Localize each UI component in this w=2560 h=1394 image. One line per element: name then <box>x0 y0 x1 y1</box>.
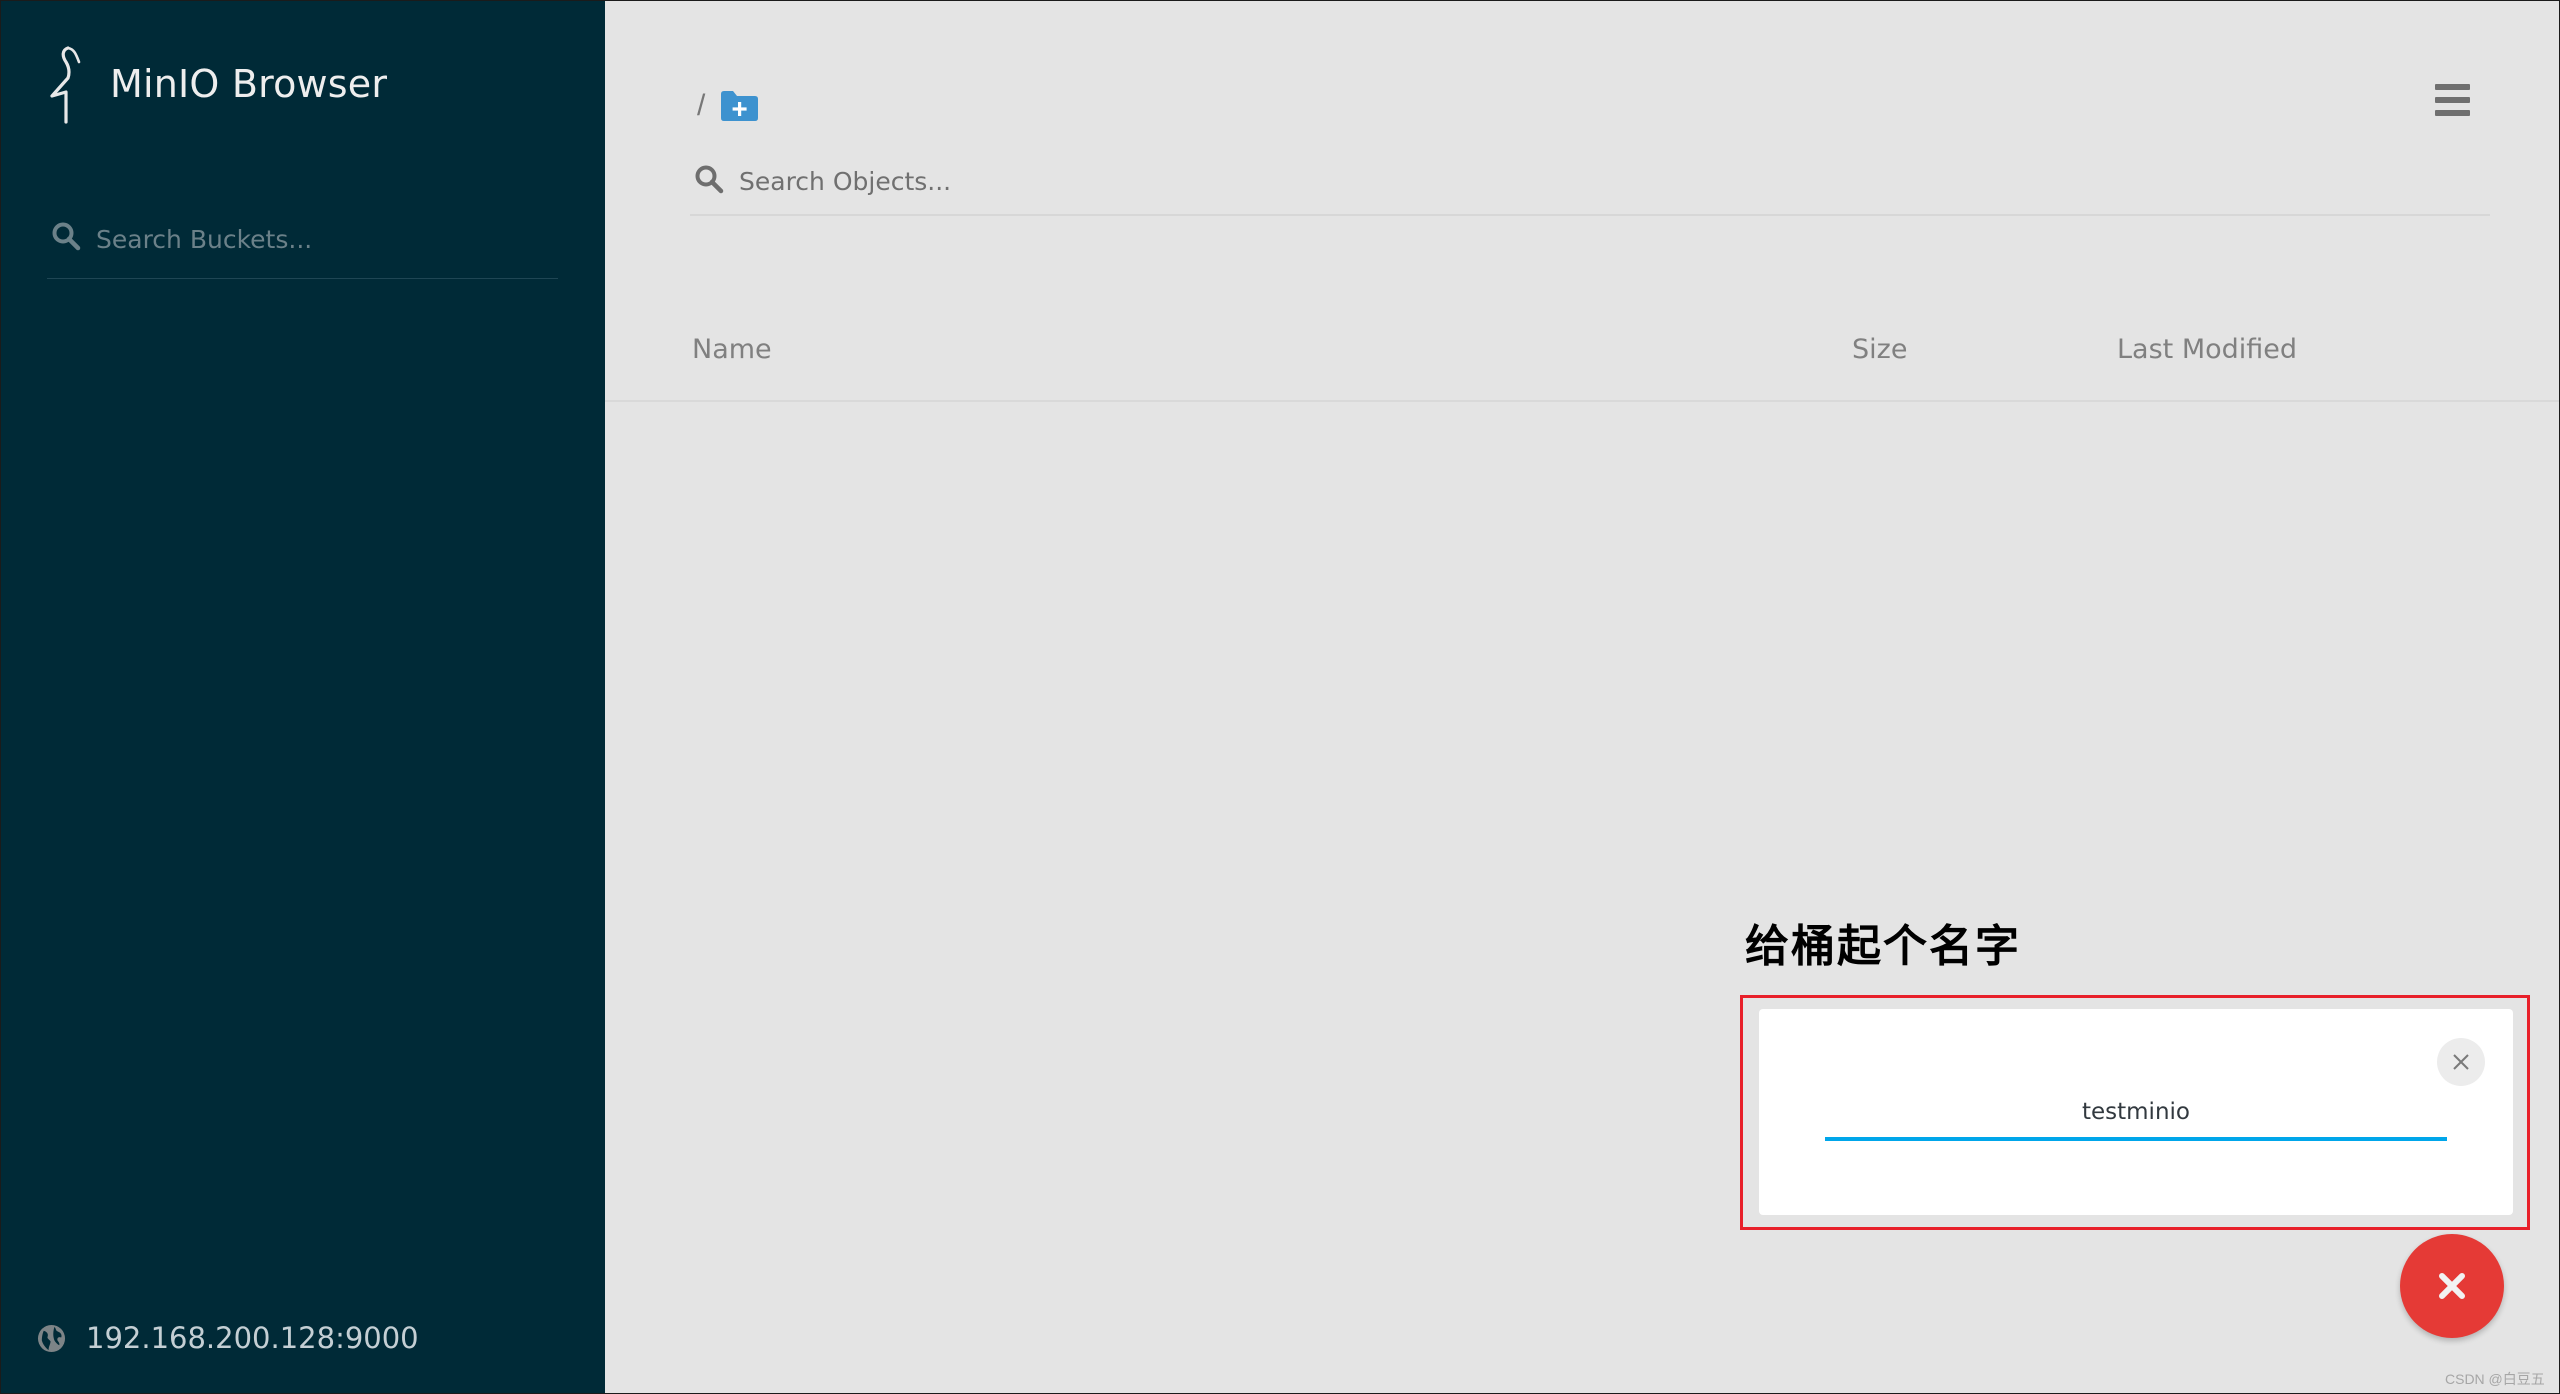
close-dialog-button[interactable] <box>2437 1038 2485 1086</box>
bucket-name-input[interactable] <box>1825 1087 2447 1141</box>
search-icon <box>695 165 724 194</box>
column-header-size[interactable]: Size <box>1852 334 1907 365</box>
hamburger-icon-bar <box>2435 110 2470 116</box>
create-folder-icon[interactable] <box>719 90 759 122</box>
watermark: CSDN @白豆五 <box>2445 1371 2545 1387</box>
column-header-last-modified[interactable]: Last Modified <box>2117 334 2297 365</box>
objects-table-header: Name Size Last Modified <box>605 320 2560 402</box>
globe-icon <box>37 1324 66 1352</box>
breadcrumb: / <box>697 86 759 126</box>
hamburger-icon-bar <box>2435 84 2470 90</box>
close-icon <box>2453 1054 2469 1070</box>
bucket-search <box>47 212 558 279</box>
annotation-label: 给桶起个名字 <box>1745 921 2021 972</box>
hamburger-icon-bar <box>2435 97 2470 103</box>
breadcrumb-root[interactable]: / <box>697 89 705 123</box>
column-header-name[interactable]: Name <box>692 334 772 365</box>
sidebar: MinIO Browser 192.168.200.128:9000 <box>0 0 605 1394</box>
menu-button[interactable] <box>2433 80 2473 120</box>
search-icon <box>52 222 81 251</box>
search-buckets-input[interactable] <box>94 218 548 260</box>
object-search <box>690 150 2490 216</box>
minio-logo-icon <box>50 46 81 124</box>
create-bucket-dialog <box>1759 1009 2513 1215</box>
host-info: 192.168.200.128:9000 <box>37 1318 419 1358</box>
close-fab-button[interactable] <box>2400 1234 2504 1338</box>
app-title: MinIO Browser <box>110 62 388 106</box>
host-address: 192.168.200.128:9000 <box>86 1321 419 1355</box>
close-icon <box>2439 1273 2465 1299</box>
search-objects-input[interactable] <box>737 158 2441 204</box>
